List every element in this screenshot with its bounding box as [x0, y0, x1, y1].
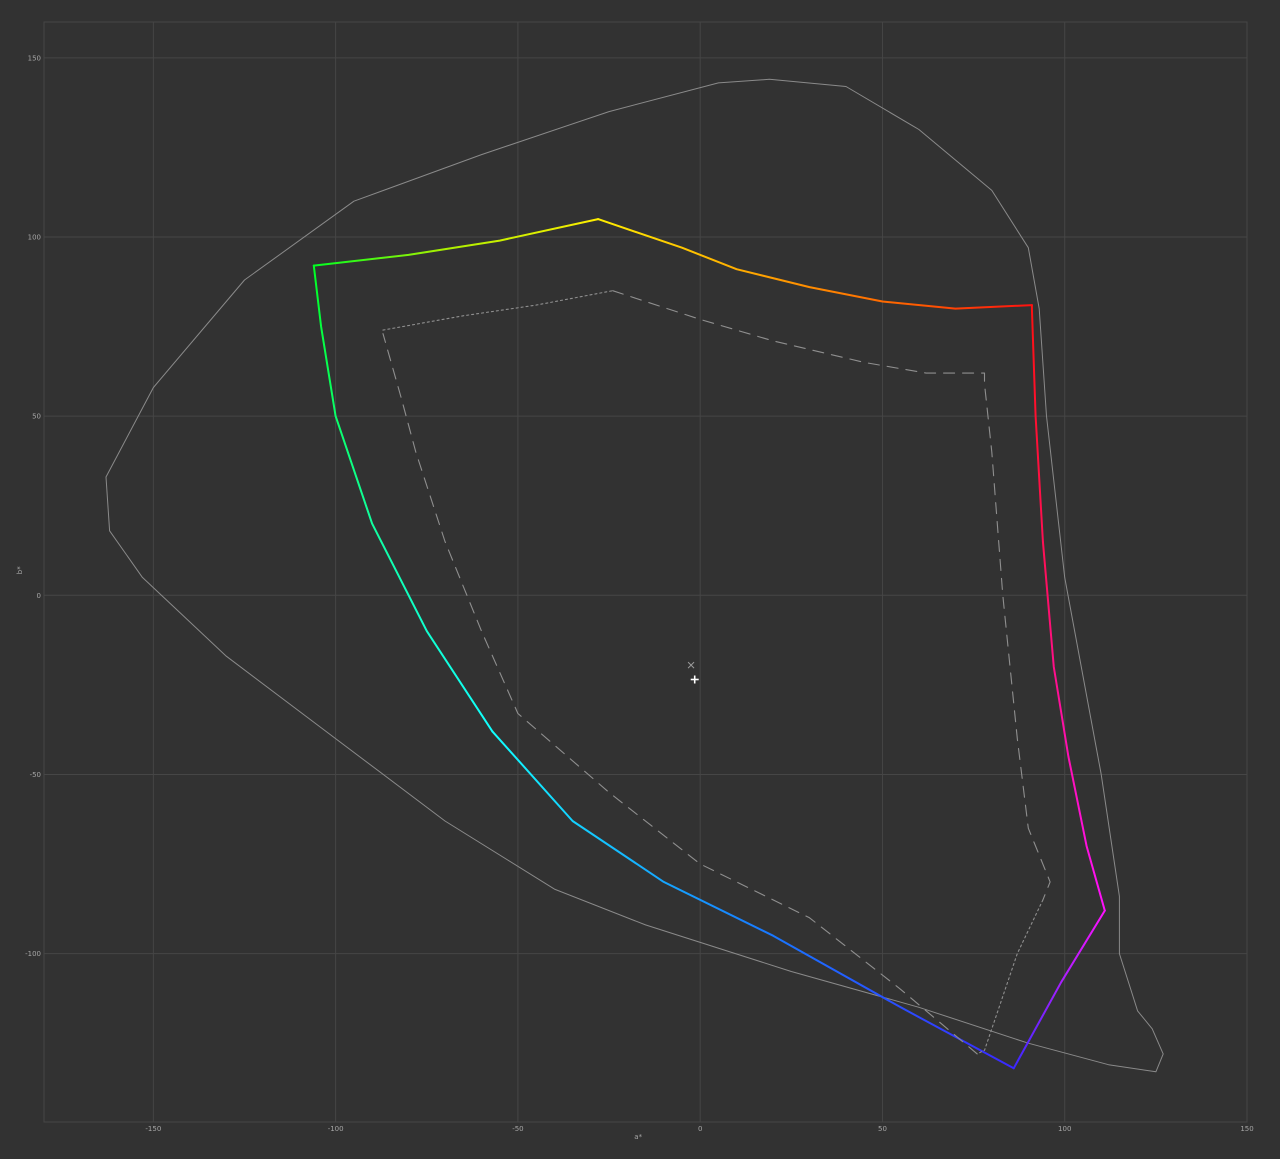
x-axis-label: a* — [634, 1133, 642, 1141]
inner-gamut-dotted — [976, 899, 1044, 1055]
spectral-locus — [105, 78, 1164, 1073]
outer-gamut-yellow-red — [597, 218, 1033, 310]
y-tick-label: 50 — [32, 413, 41, 421]
y-tick-label: 150 — [28, 54, 41, 62]
x-tick-label: 0 — [698, 1125, 702, 1133]
y-tick-label: 100 — [28, 233, 41, 241]
y-axis-label: b* — [16, 566, 24, 574]
x-tick-label: -100 — [328, 1125, 344, 1133]
markers-layer — [687, 661, 699, 684]
x-tick-label: 100 — [1058, 1125, 1071, 1133]
x-tick-label: -150 — [145, 1125, 161, 1133]
y-tick-label: -50 — [30, 771, 41, 779]
lab-gamut-plot: -150 -100 -50 0 50 100 150150100500-50-100 a* … — [16, 21, 1254, 1141]
white-point-cross — [690, 675, 699, 684]
grid — [43, 21, 1248, 1123]
x-tick-label: 50 — [878, 1125, 887, 1133]
outer-gamut-green-yellow — [312, 218, 600, 267]
ticks-layer: -150 -100 -50 0 50 100 150 150 100 50 0 -50 -100 — [25, 54, 1254, 1133]
outer-gamut-red-magenta — [1030, 304, 1106, 912]
outer-gamut-blue-cyan — [491, 730, 1015, 1070]
inner-gamut-dashed — [382, 333, 978, 1055]
reference-x — [687, 661, 695, 669]
inner-gamut-dotted — [382, 290, 614, 331]
x-tick-label: 150 — [1240, 1125, 1253, 1133]
series-layer — [105, 78, 1164, 1073]
x-tick-label: -50 — [512, 1125, 523, 1133]
plot-frame — [43, 21, 1248, 1123]
outer-gamut-magenta-blue — [1012, 909, 1106, 1070]
outer-gamut-cyan-green — [312, 264, 494, 733]
y-tick-label: 0 — [37, 592, 41, 600]
y-tick-label: -100 — [25, 950, 41, 958]
